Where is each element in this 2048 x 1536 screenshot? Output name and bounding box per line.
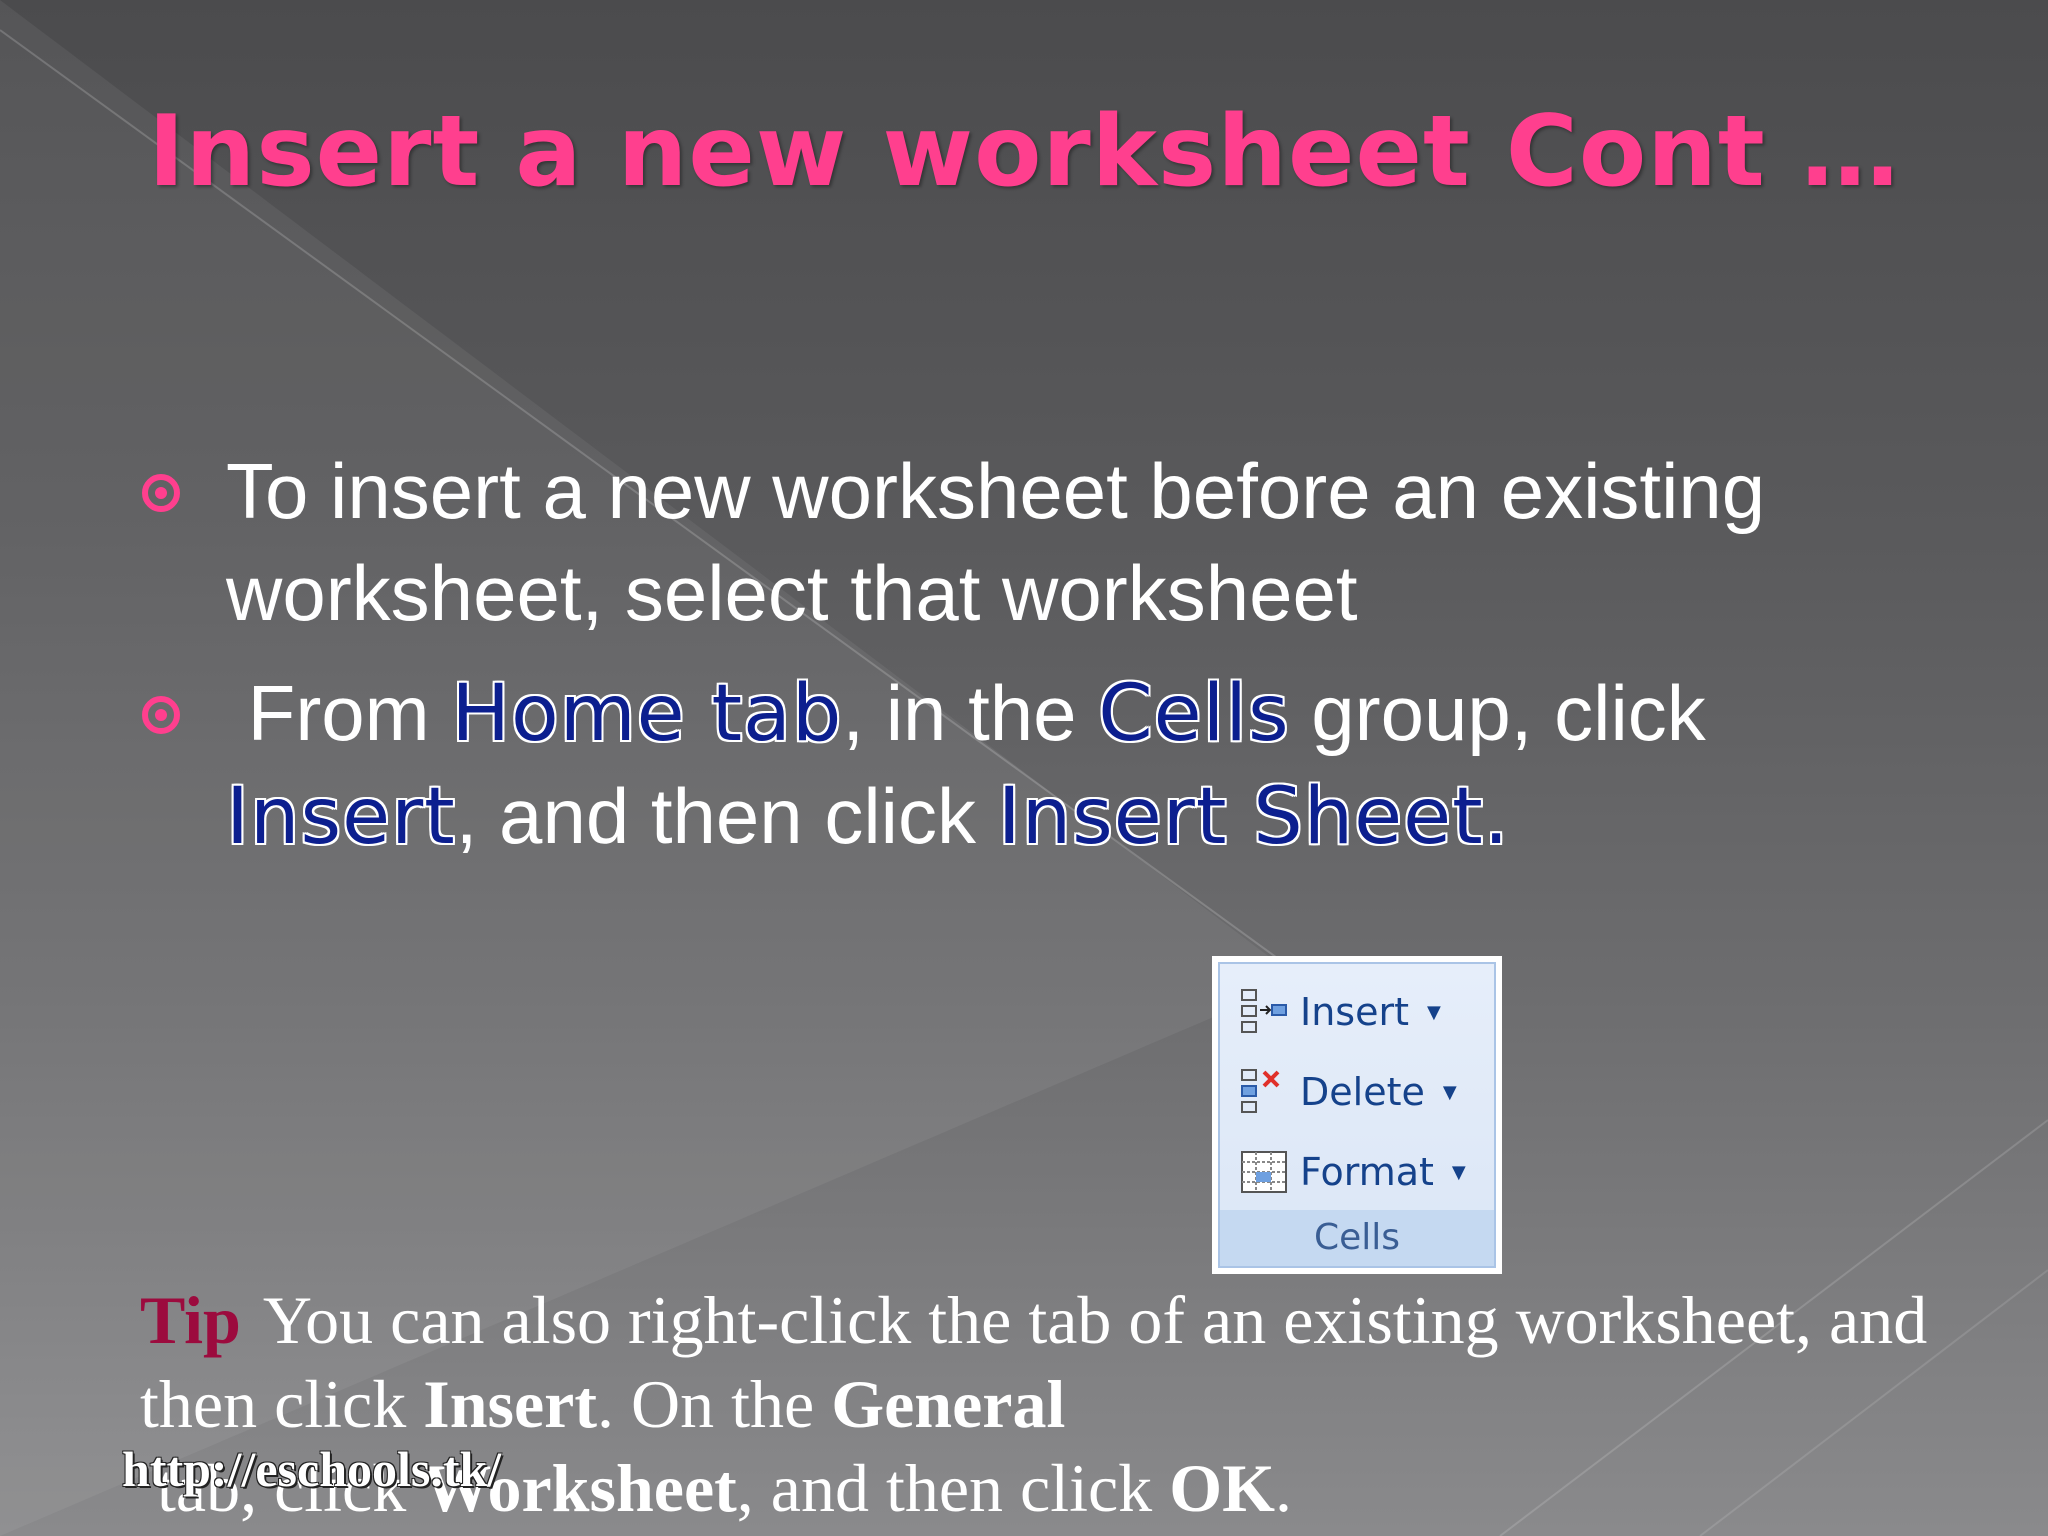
tip-text: , and then click xyxy=(736,1450,1170,1526)
tip-text: . On the xyxy=(597,1366,832,1442)
ribbon-group-label: Cells xyxy=(1220,1210,1494,1266)
tip-bold-ok: OK xyxy=(1169,1450,1275,1526)
insert-button[interactable]: Insert ▼ xyxy=(1238,982,1441,1042)
bullet-item: From Home tab, in the Cells group, click… xyxy=(140,662,1940,868)
format-button[interactable]: Format ▼ xyxy=(1238,1142,1466,1202)
chevron-down-icon: ▼ xyxy=(1451,1161,1466,1183)
tip-bold-general: General xyxy=(831,1366,1066,1442)
cells-ribbon-group: Insert ▼ Delete ▼ Format ▼ Cells xyxy=(1212,956,1502,1274)
tip-text: . xyxy=(1274,1450,1292,1526)
bullet-text: group, click xyxy=(1289,669,1728,757)
highlight-home-tab: Home tab xyxy=(451,669,843,759)
bullet-item: To insert a new worksheet before an exis… xyxy=(140,440,1940,644)
highlight-cells: Cells xyxy=(1098,669,1290,759)
highlight-insert-sheet: Insert Sheet. xyxy=(997,772,1510,862)
delete-label: Delete xyxy=(1300,1070,1425,1114)
bullet-text: From xyxy=(226,669,452,757)
tip-bold-insert: Insert xyxy=(423,1366,597,1442)
bullet-circle-icon xyxy=(142,696,180,734)
insert-cells-icon xyxy=(1241,989,1287,1033)
bullet-circle-icon xyxy=(142,474,180,512)
footer-url-link[interactable]: http://eschools.tk/ xyxy=(122,1440,501,1498)
ribbon-panel: Insert ▼ Delete ▼ Format ▼ Cells xyxy=(1218,962,1496,1268)
bullet-text: , and then click xyxy=(455,772,998,860)
delete-cells-icon xyxy=(1241,1069,1280,1113)
insert-label: Insert xyxy=(1300,990,1409,1034)
bullet-list: To insert a new worksheet before an exis… xyxy=(140,440,1940,886)
highlight-insert: Insert xyxy=(226,772,456,862)
bullet-text: , in the xyxy=(842,669,1099,757)
tip-label: Tip xyxy=(140,1282,241,1358)
format-label: Format xyxy=(1300,1150,1434,1194)
chevron-down-icon: ▼ xyxy=(1442,1081,1457,1103)
delete-button[interactable]: Delete ▼ xyxy=(1238,1062,1457,1122)
bullet-text: To insert a new worksheet before an exis… xyxy=(226,447,1766,637)
format-cells-icon xyxy=(1241,1151,1287,1193)
chevron-down-icon: ▼ xyxy=(1427,1001,1441,1023)
slide-title: Insert a new worksheet Cont … xyxy=(148,95,1900,209)
